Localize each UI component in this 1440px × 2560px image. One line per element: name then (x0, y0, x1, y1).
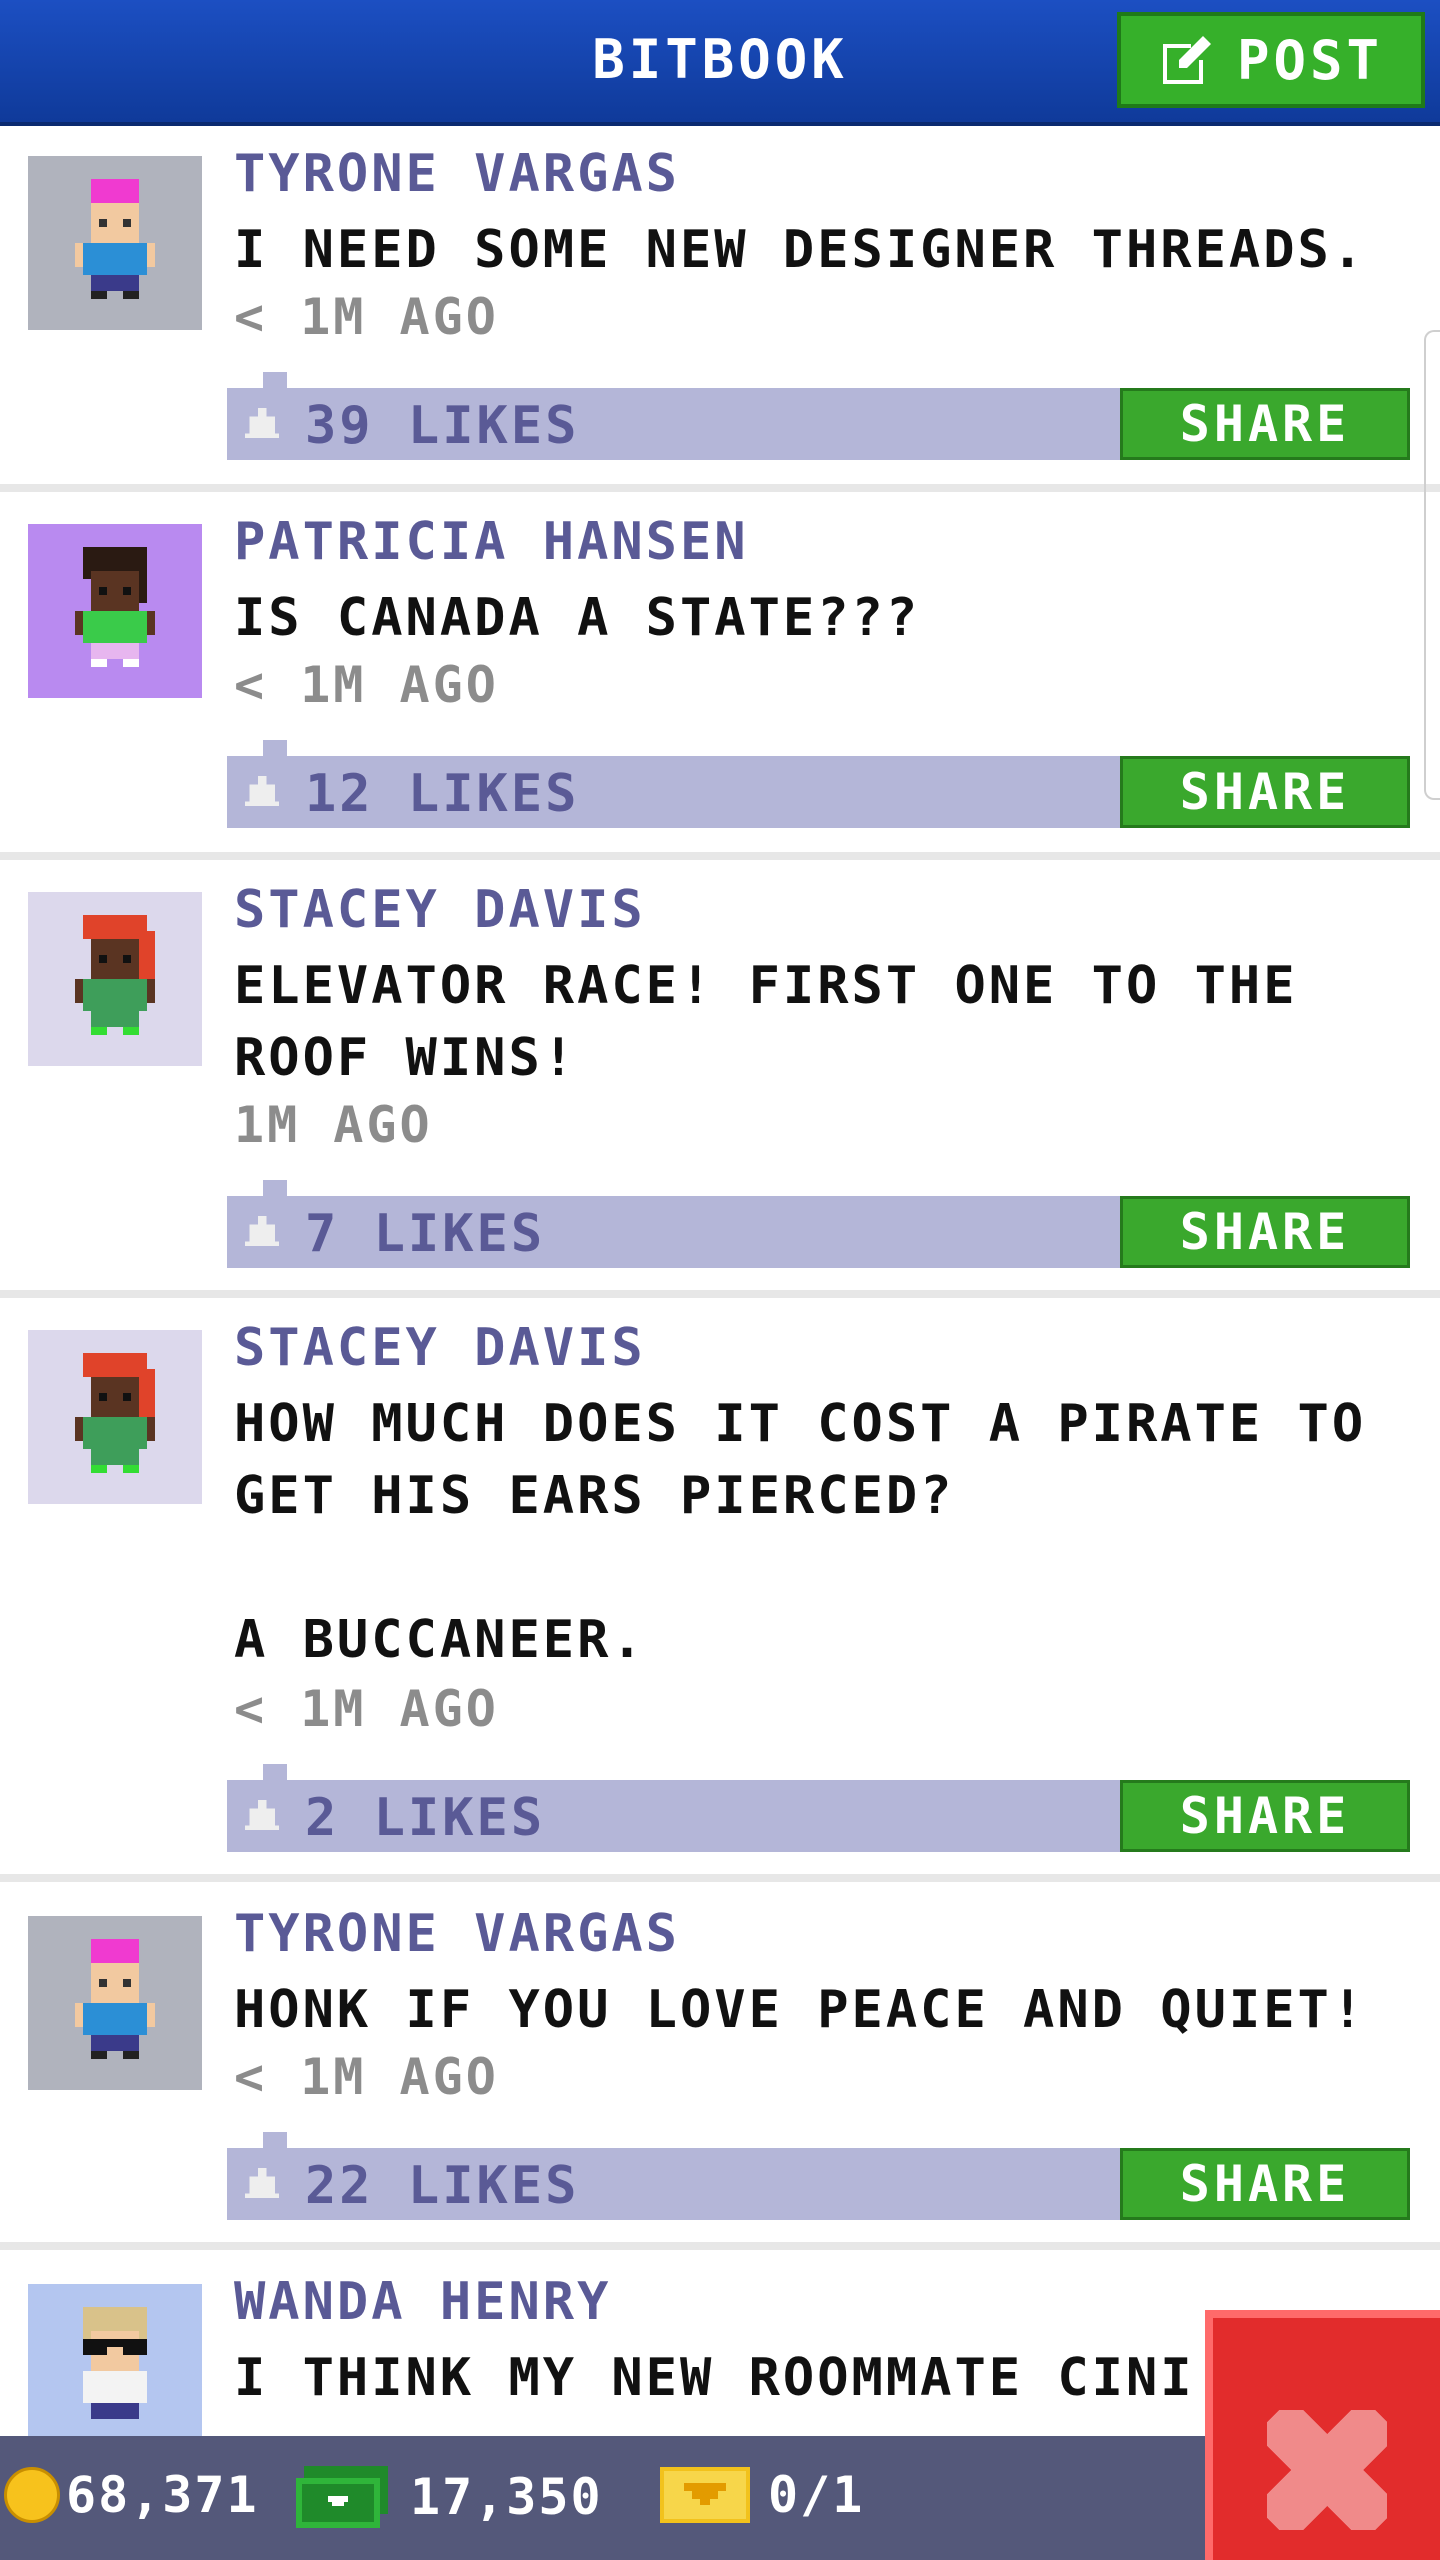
avatar[interactable] (28, 2284, 202, 2436)
avatar[interactable] (28, 524, 202, 698)
feed-post: STACEY DAVIS HOW MUCH DOES IT COST A PIR… (0, 1298, 1440, 1874)
feed-post: PATRICIA HANSEN IS CANADA A STATE??? < 1… (0, 492, 1440, 852)
share-button[interactable]: SHARE (1120, 756, 1410, 828)
like-icon[interactable] (245, 1216, 279, 1246)
tickets-display: 0/1 (660, 2466, 864, 2524)
compose-icon (1162, 36, 1211, 84)
post-author: STACEY DAVIS (234, 880, 646, 940)
like-icon[interactable] (245, 2168, 279, 2198)
post-button-label: POST (1236, 28, 1384, 92)
share-button[interactable]: SHARE (1120, 1780, 1410, 1852)
feed-post: TYRONE VARGAS I NEED SOME NEW DESIGNER T… (0, 126, 1440, 484)
share-button[interactable]: SHARE (1120, 1196, 1410, 1268)
coins-value: 68,371 (66, 2466, 259, 2524)
scrollbar[interactable] (1424, 330, 1440, 800)
likes-count: 2 LIKES (305, 1788, 546, 1848)
feed-post: TYRONE VARGAS HONK IF YOU LOVE PEACE AND… (0, 1882, 1440, 2242)
post-divider (0, 1874, 1440, 1882)
likes-count: 12 LIKES (305, 764, 580, 824)
coins-display: 68,371 (4, 2466, 259, 2524)
likes-count: 7 LIKES (305, 1204, 546, 1264)
post-message: HONK IF YOU LOVE PEACE AND QUIET! (234, 1980, 1367, 2040)
tickets-value: 0/1 (768, 2466, 865, 2524)
coin-icon (4, 2467, 60, 2523)
feed-post: STACEY DAVIS ELEVATOR RACE! FIRST ONE TO… (0, 860, 1440, 1290)
likes-count: 39 LIKES (305, 396, 580, 456)
avatar[interactable] (28, 1916, 202, 2090)
likes-count: 22 LIKES (305, 2156, 580, 2216)
bux-value: 17,350 (410, 2468, 603, 2526)
avatar[interactable] (28, 892, 202, 1066)
share-button[interactable]: SHARE (1120, 388, 1410, 460)
post-divider (0, 484, 1440, 492)
ticket-icon (660, 2467, 750, 2523)
likes-bar: 12 LIKES SHARE (227, 740, 1410, 828)
likes-bar: 7 LIKES SHARE (227, 1180, 1410, 1268)
post-divider (0, 852, 1440, 860)
post-author: WANDA HENRY (234, 2272, 612, 2332)
post-divider (0, 1290, 1440, 1298)
avatar[interactable] (28, 1330, 202, 1504)
post-message: IS CANADA A STATE??? (234, 588, 921, 648)
post-time: < 1M AGO (234, 2048, 499, 2106)
bux-icon (296, 2466, 388, 2528)
like-icon[interactable] (245, 776, 279, 806)
avatar[interactable] (28, 156, 202, 330)
likes-bar: 22 LIKES SHARE (227, 2132, 1410, 2220)
share-button[interactable]: SHARE (1120, 2148, 1410, 2220)
post-author: TYRONE VARGAS (234, 1904, 680, 1964)
bitbook-feed[interactable]: TYRONE VARGAS I NEED SOME NEW DESIGNER T… (0, 126, 1440, 2436)
app-header: BITBOOK POST (0, 0, 1440, 126)
post-divider (0, 2242, 1440, 2250)
bux-display: 17,350 (296, 2466, 603, 2528)
likes-bar: 39 LIKES SHARE (227, 372, 1410, 460)
close-icon (1266, 2410, 1387, 2530)
post-button[interactable]: POST (1117, 12, 1425, 108)
post-message: ELEVATOR RACE! FIRST ONE TO THE ROOF WIN… (234, 956, 1298, 1088)
post-author: STACEY DAVIS (234, 1318, 646, 1378)
likes-bar: 2 LIKES SHARE (227, 1764, 1410, 1852)
post-author: PATRICIA HANSEN (234, 512, 749, 572)
post-message: I NEED SOME NEW DESIGNER THREADS. (234, 220, 1367, 280)
post-author: TYRONE VARGAS (234, 144, 680, 204)
post-time: < 1M AGO (234, 656, 499, 714)
like-icon[interactable] (245, 408, 279, 438)
close-button[interactable] (1205, 2310, 1440, 2560)
post-message: HOW MUCH DOES IT COST A PIRATE TO GET HI… (234, 1394, 1367, 1670)
post-time: < 1M AGO (234, 288, 499, 346)
post-time: 1M AGO (234, 1096, 433, 1154)
post-time: < 1M AGO (234, 1680, 499, 1738)
like-icon[interactable] (245, 1800, 279, 1830)
